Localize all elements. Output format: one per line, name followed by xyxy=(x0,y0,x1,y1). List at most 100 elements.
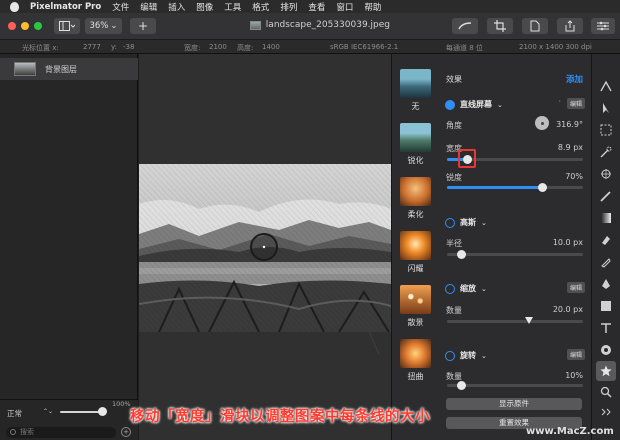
effect-spin-name: 旋转 xyxy=(460,351,476,360)
spin-amount-value[interactable]: 10% xyxy=(565,371,583,380)
effect-thumb-soften-image xyxy=(400,177,431,206)
add-layer-button[interactable]: + xyxy=(121,427,131,437)
arrange-tool-icon[interactable] xyxy=(600,102,612,114)
menu-view[interactable]: 查看 xyxy=(308,1,325,13)
selection-tool-icon[interactable] xyxy=(600,124,612,136)
crop-button[interactable] xyxy=(487,18,513,34)
color-adjust-icon[interactable] xyxy=(600,344,612,356)
layer-search-input[interactable]: 搜索 xyxy=(6,427,116,438)
file-info-button[interactable] xyxy=(522,18,548,34)
tools-settings-button[interactable] xyxy=(591,18,615,34)
zoom-amount-value[interactable]: 20.0 px xyxy=(553,305,583,314)
info-bar: 光标位置 x: 2777 y: -38 宽度: 2100 高度: 1400 sR… xyxy=(0,40,620,54)
effect-line-screen-header[interactable]: 直线屏幕 ⌄ · 编辑 xyxy=(445,97,585,110)
sidebar-toggle-button[interactable] xyxy=(54,18,80,34)
spin-amount-slider-knob[interactable] xyxy=(456,381,466,390)
add-effect-button[interactable]: 添加 xyxy=(566,73,583,85)
radius-slider-knob[interactable] xyxy=(456,250,466,259)
apple-icon[interactable] xyxy=(10,1,19,12)
zoom-amount-slider[interactable] xyxy=(447,317,583,324)
edit-button[interactable]: 编辑 xyxy=(566,349,585,360)
paint-tool-icon[interactable] xyxy=(600,190,612,202)
effect-thumb-distort[interactable]: 扭曲 xyxy=(400,339,431,383)
layer-row[interactable]: 背景图层 xyxy=(0,58,138,80)
effect-thumb-bokeh-image xyxy=(400,285,431,314)
landscape-photo[interactable] xyxy=(139,164,391,332)
vector-pen-icon[interactable] xyxy=(600,278,612,290)
checkbox-icon[interactable] xyxy=(445,217,455,228)
minimize-window-button[interactable] xyxy=(21,22,29,30)
effect-gaussian-header[interactable]: 高斯 ⌄ xyxy=(445,217,585,228)
spin-amount-slider[interactable] xyxy=(447,381,583,390)
menu-file[interactable]: 文件 xyxy=(112,1,129,13)
share-button[interactable] xyxy=(557,18,583,34)
more-tools-icon[interactable] xyxy=(600,406,612,418)
menu-window[interactable]: 窗口 xyxy=(336,1,353,13)
menu-help[interactable]: 帮助 xyxy=(364,1,381,13)
menu-format[interactable]: 格式 xyxy=(252,1,269,13)
effect-thumb-glow[interactable]: 闪耀 xyxy=(400,231,431,275)
magic-selection-icon[interactable] xyxy=(600,146,612,158)
highlight-box xyxy=(458,149,476,168)
zoom-button[interactable]: 36% ⌄ xyxy=(85,18,122,34)
more-icon[interactable]: · xyxy=(558,97,561,106)
effect-thumb-bokeh[interactable]: 散景 xyxy=(400,285,431,329)
eraser-tool-icon[interactable] xyxy=(600,234,612,246)
sharpness-slider[interactable] xyxy=(447,183,583,192)
zoom-amount-slider-knob[interactable] xyxy=(524,317,533,324)
menu-arrange[interactable]: 排列 xyxy=(280,1,297,13)
effect-zoom-header[interactable]: 缩放 ⌄ 编辑 xyxy=(445,282,585,294)
pen-tool-icon[interactable] xyxy=(600,256,612,268)
gradient-tool-icon[interactable] xyxy=(600,212,612,224)
radius-value[interactable]: 10.0 px xyxy=(553,238,583,247)
checkmark-icon[interactable] xyxy=(445,99,455,110)
width-value[interactable]: 8.9 px xyxy=(558,143,583,152)
checkbox-icon[interactable] xyxy=(445,350,455,361)
document-name: landscape_205330039.jpeg xyxy=(265,20,390,30)
retouch-tool-icon[interactable] xyxy=(600,168,612,180)
image-file-icon xyxy=(250,20,261,30)
style-tool-icon[interactable] xyxy=(600,80,612,92)
crop-icon xyxy=(494,20,506,32)
layer-thumbnail xyxy=(14,62,36,76)
menu-image[interactable]: 图像 xyxy=(196,1,213,13)
tutorial-caption: 移动「宽度」滑块以调整图案中每条线的大小 xyxy=(130,409,430,425)
layer-search-placeholder: 搜索 xyxy=(20,428,34,436)
format-button[interactable] xyxy=(452,18,478,34)
sharpness-slider-knob[interactable] xyxy=(538,183,548,192)
menu-edit[interactable]: 编辑 xyxy=(140,1,157,13)
effect-thumb-none-image xyxy=(400,69,431,98)
effects-thumbnail-column: 无 锐化 柔化 闪耀 散景 扭曲 xyxy=(391,54,439,440)
menu-tools[interactable]: 工具 xyxy=(224,1,241,13)
checkbox-icon[interactable] xyxy=(445,283,455,294)
angle-dial[interactable] xyxy=(535,116,549,130)
chevron-down-icon: ⌄ xyxy=(110,21,118,31)
effect-thumb-sharpen[interactable]: 锐化 xyxy=(400,123,431,167)
sharpness-value[interactable]: 70% xyxy=(565,172,583,181)
effect-zoom-name: 缩放 xyxy=(460,284,476,293)
maximize-window-button[interactable] xyxy=(34,22,42,30)
edit-button[interactable]: 编辑 xyxy=(566,282,585,293)
zoom-tool-icon[interactable] xyxy=(600,386,612,398)
effect-thumb-glow-label: 闪耀 xyxy=(407,264,424,273)
menu-app-name[interactable]: Pixelmator Pro xyxy=(30,2,101,12)
effects-title: 效果 xyxy=(446,75,462,84)
close-window-button[interactable] xyxy=(8,22,16,30)
text-tool-icon[interactable] xyxy=(600,322,612,334)
angle-value[interactable]: 316.9° xyxy=(556,120,583,129)
menu-insert[interactable]: 插入 xyxy=(168,1,185,13)
shape-tool-icon[interactable] xyxy=(600,300,612,312)
radius-slider[interactable] xyxy=(447,250,583,259)
add-button[interactable]: + xyxy=(130,18,156,34)
effect-spin-header[interactable]: 旋转 ⌄ 编辑 xyxy=(445,349,585,361)
effect-thumb-none[interactable]: 无 xyxy=(400,69,431,113)
effect-thumb-soften[interactable]: 柔化 xyxy=(400,177,431,221)
sharpness-label: 锐度 xyxy=(446,173,462,182)
cursor-y-value: -38 xyxy=(123,43,135,51)
plus-icon: + xyxy=(137,19,149,33)
edit-button[interactable]: 编辑 xyxy=(566,98,585,109)
effects-tool-icon[interactable] xyxy=(596,361,616,381)
canvas-area[interactable] xyxy=(139,54,391,440)
effect-line-screen-name: 直线屏幕 xyxy=(460,100,492,109)
effect-thumb-none-label: 无 xyxy=(411,102,420,111)
